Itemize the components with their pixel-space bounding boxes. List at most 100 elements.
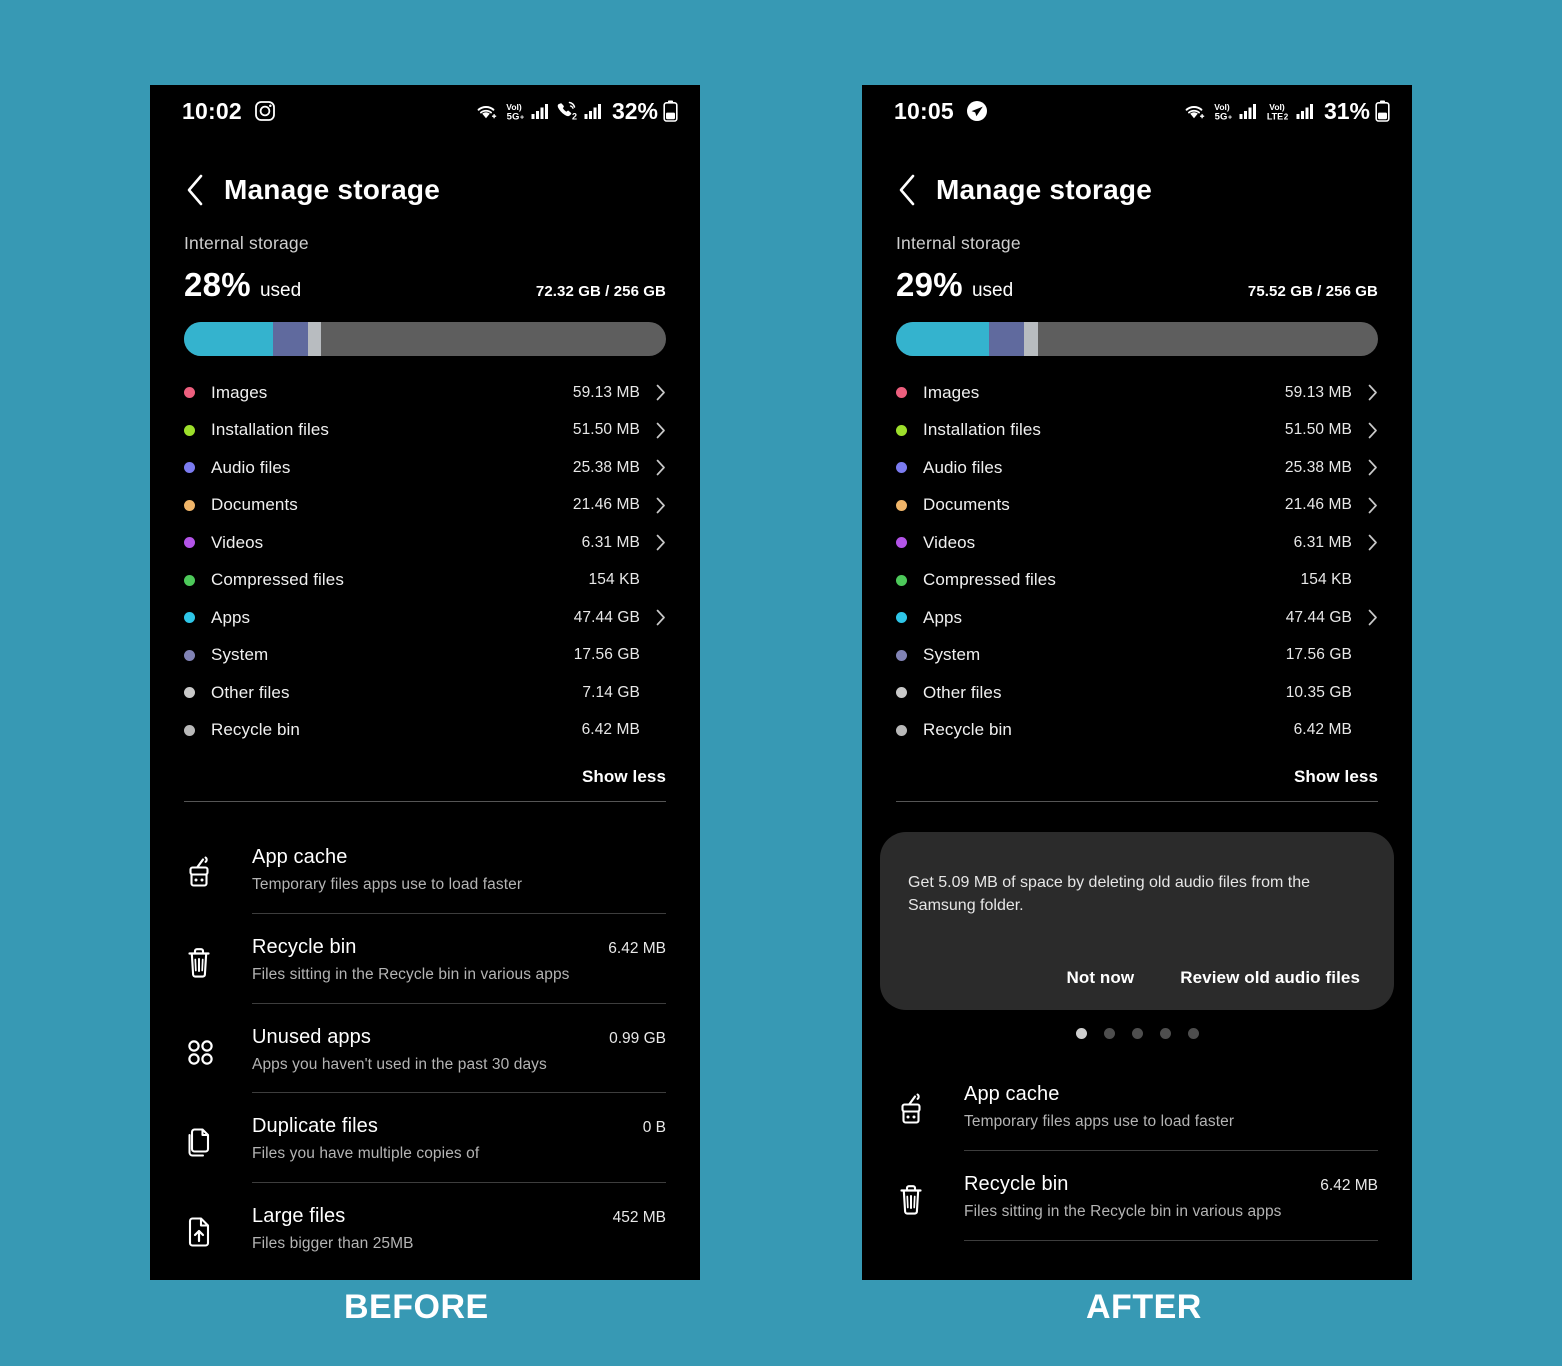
category-color-dot: [184, 574, 195, 586]
chevron-right-icon[interactable]: [1368, 459, 1378, 476]
category-size: 6.42 MB: [1293, 721, 1352, 739]
internal-storage-label: Internal storage: [184, 233, 309, 253]
page-dot[interactable]: [1075, 1028, 1087, 1039]
category-color-dot: [184, 537, 195, 549]
category-row[interactable]: Other files 7.14 GB: [184, 674, 666, 712]
category-label: System: [211, 645, 269, 665]
storage-bar-segment-other: [1023, 322, 1038, 356]
chevron-right-icon[interactable]: [1368, 534, 1378, 551]
category-label: Videos: [211, 532, 264, 552]
page-dot[interactable]: [1187, 1028, 1199, 1039]
chevron-right-icon[interactable]: [1368, 422, 1378, 439]
storage-tools-list: App cache Temporary files apps use to loa…: [862, 1061, 1412, 1241]
tool-title: App cache: [964, 1083, 1060, 1105]
category-row[interactable]: Apps 47.44 GB: [184, 599, 666, 637]
category-color-dot: [896, 424, 907, 436]
volte-5g-icon: VoI) 5G +: [502, 101, 526, 121]
category-row[interactable]: Compressed files 154 KB: [184, 562, 666, 600]
tool-size: 0.99 GB: [609, 1030, 666, 1047]
tool-divider: [964, 1240, 1378, 1241]
chevron-right-icon[interactable]: [656, 422, 666, 439]
tool-row[interactable]: Duplicate files 0 B Files you have multipl…: [184, 1093, 666, 1182]
back-icon[interactable]: [896, 173, 918, 207]
tool-header: Large files 452 MB: [252, 1205, 666, 1228]
category-size: 47.44 GB: [573, 608, 640, 626]
category-size: 25.38 MB: [1284, 458, 1352, 476]
suggestion-card-actions: Not now Review old audio files: [908, 942, 1366, 988]
category-row[interactable]: Other files 10.35 GB: [896, 674, 1378, 712]
back-icon[interactable]: [184, 173, 206, 207]
category-row[interactable]: Documents 21.46 MB: [896, 487, 1378, 525]
category-row[interactable]: Installation files 51.50 MB: [896, 412, 1378, 450]
tool-size: 0 B: [642, 1119, 666, 1136]
chevron-right-icon[interactable]: [1368, 609, 1378, 626]
category-label: Apps: [211, 607, 251, 627]
battery-icon: [1375, 100, 1390, 122]
tool-row[interactable]: App cache Temporary files apps use to loa…: [184, 824, 666, 913]
page-dot[interactable]: [1159, 1028, 1171, 1039]
chevron-right-icon[interactable]: [656, 534, 666, 551]
show-less-button[interactable]: Show less: [582, 767, 666, 787]
tool-size: 6.42 MB: [1320, 1177, 1378, 1194]
category-row[interactable]: Recycle bin 6.42 MB: [896, 712, 1378, 750]
category-row[interactable]: Recycle bin 6.42 MB: [184, 712, 666, 750]
category-size: 154 KB: [1300, 571, 1352, 589]
show-less-button[interactable]: Show less: [1294, 767, 1378, 787]
review-old-audio-files-button[interactable]: Review old audio files: [1180, 968, 1360, 988]
category-size: 6.31 MB: [1293, 533, 1352, 551]
category-size: 51.50 MB: [1284, 421, 1352, 439]
category-row[interactable]: Audio files 25.38 MB: [184, 449, 666, 487]
tool-title: Duplicate files: [252, 1115, 379, 1137]
storage-summary: Internal storage 29% used 75.52 GB / 256 GB: [862, 233, 1412, 356]
chevron-right-icon[interactable]: [656, 497, 666, 514]
section-divider: [896, 801, 1378, 802]
category-color-dot: [896, 499, 907, 511]
category-row[interactable]: Videos 6.31 MB: [184, 524, 666, 562]
category-size: 59.13 MB: [1284, 383, 1352, 401]
category-row[interactable]: Images 59.13 MB: [184, 374, 666, 412]
tool-row[interactable]: App cache Temporary files apps use to loa…: [896, 1061, 1378, 1150]
status-bar: 10:02 VoI) 5G +2 32%: [150, 85, 700, 137]
tool-row[interactable]: Recycle bin 6.42 MB Files sitting in the R…: [896, 1151, 1378, 1240]
storage-percent-group: 28% used: [184, 266, 301, 304]
category-row[interactable]: System 17.56 GB: [896, 637, 1378, 675]
volte-lte2-icon: VoI) LTE 2: [1263, 101, 1291, 121]
svg-text:VoI): VoI): [506, 102, 522, 112]
broom-icon: [896, 1083, 930, 1132]
tool-row[interactable]: Large files 452 MB Files bigger than 25MB: [184, 1183, 666, 1272]
tool-row[interactable]: Recycle bin 6.42 MB Files sitting in the R…: [184, 914, 666, 1003]
category-label: Apps: [923, 607, 963, 627]
category-row[interactable]: System 17.56 GB: [184, 637, 666, 675]
category-row[interactable]: Installation files 51.50 MB: [184, 412, 666, 450]
signal-bars-icon: [1296, 102, 1315, 120]
storage-percent-value: 28%: [184, 266, 251, 303]
tool-body: App cache Temporary files apps use to loa…: [252, 846, 666, 894]
category-row[interactable]: Compressed files 154 KB: [896, 562, 1378, 600]
page-dot[interactable]: [1103, 1028, 1115, 1039]
storage-used-word: used: [259, 280, 302, 301]
svg-text:+: +: [1228, 115, 1232, 122]
not-now-button[interactable]: Not now: [1066, 968, 1134, 988]
four-dots-icon: [184, 1026, 218, 1073]
chevron-right-icon[interactable]: [656, 609, 666, 626]
page-dot[interactable]: [1131, 1028, 1143, 1039]
chevron-right-icon[interactable]: [656, 459, 666, 476]
tool-row[interactable]: Unused apps 0.99 GB Apps you haven't used …: [184, 1004, 666, 1092]
category-row[interactable]: Audio files 25.38 MB: [896, 449, 1378, 487]
volte-5g-icon: VoI) 5G +: [1210, 101, 1234, 121]
status-bar-left: 10:02: [182, 98, 276, 125]
suggestion-card-text: Get 5.09 MB of space by deleting old aud…: [908, 874, 1311, 914]
category-row[interactable]: Images 59.13 MB: [896, 374, 1378, 412]
chevron-right-icon[interactable]: [1368, 384, 1378, 401]
category-row[interactable]: Apps 47.44 GB: [896, 599, 1378, 637]
category-row[interactable]: Videos 6.31 MB: [896, 524, 1378, 562]
status-bar-right: VoI) 5G + VoI) LTE 2 31%: [1183, 98, 1390, 125]
category-label: Audio files: [923, 457, 1003, 477]
tool-size: 6.42 MB: [608, 940, 666, 957]
chevron-right-icon[interactable]: [656, 384, 666, 401]
wifi-icon: [1183, 102, 1205, 120]
category-row[interactable]: Documents 21.46 MB: [184, 487, 666, 525]
chevron-right-icon[interactable]: [1368, 497, 1378, 514]
svg-text:5G: 5G: [1215, 112, 1228, 122]
file-up-icon: [184, 1205, 218, 1254]
